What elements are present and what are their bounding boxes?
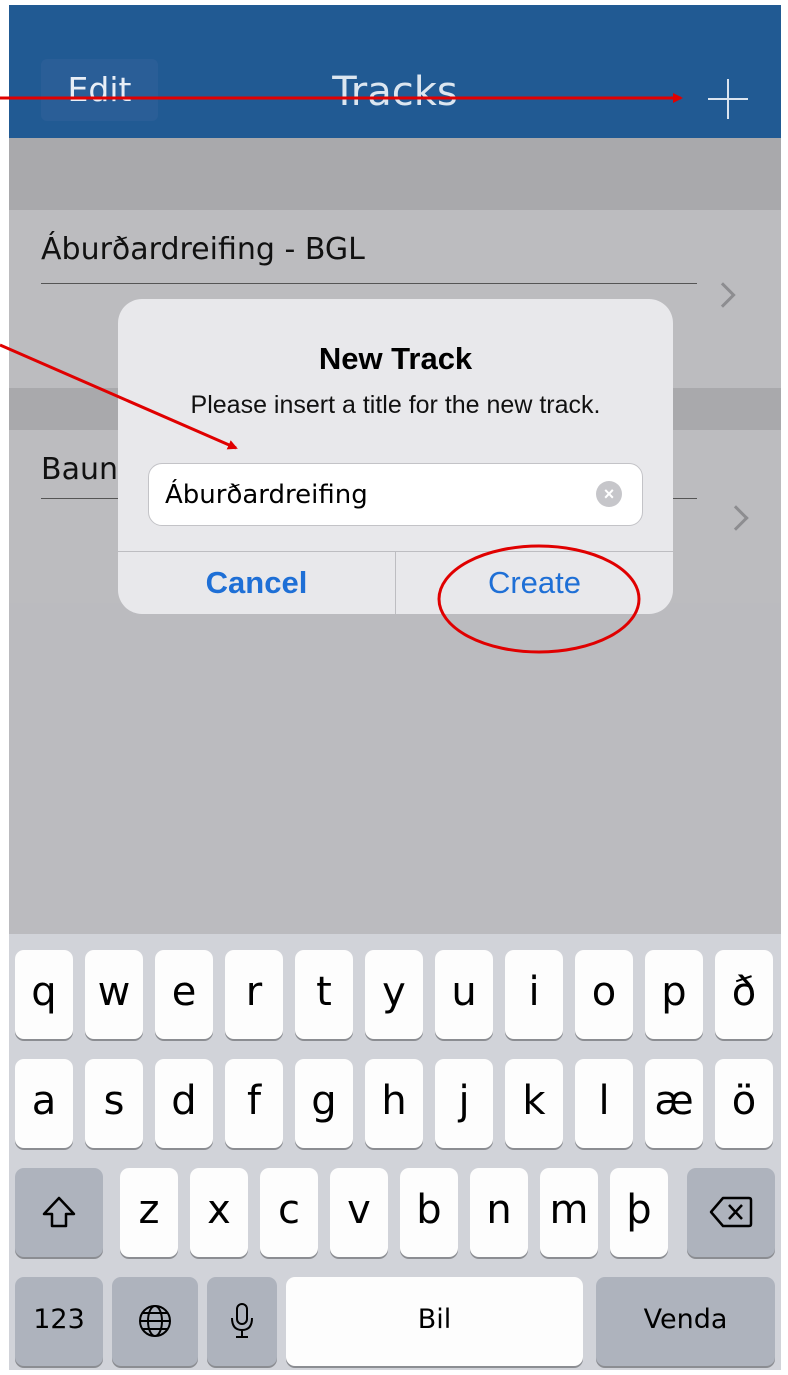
annotation-overlay bbox=[0, 93, 683, 654]
annotation-circle-create bbox=[437, 544, 641, 654]
annotation-arrow-to-input bbox=[0, 343, 238, 450]
